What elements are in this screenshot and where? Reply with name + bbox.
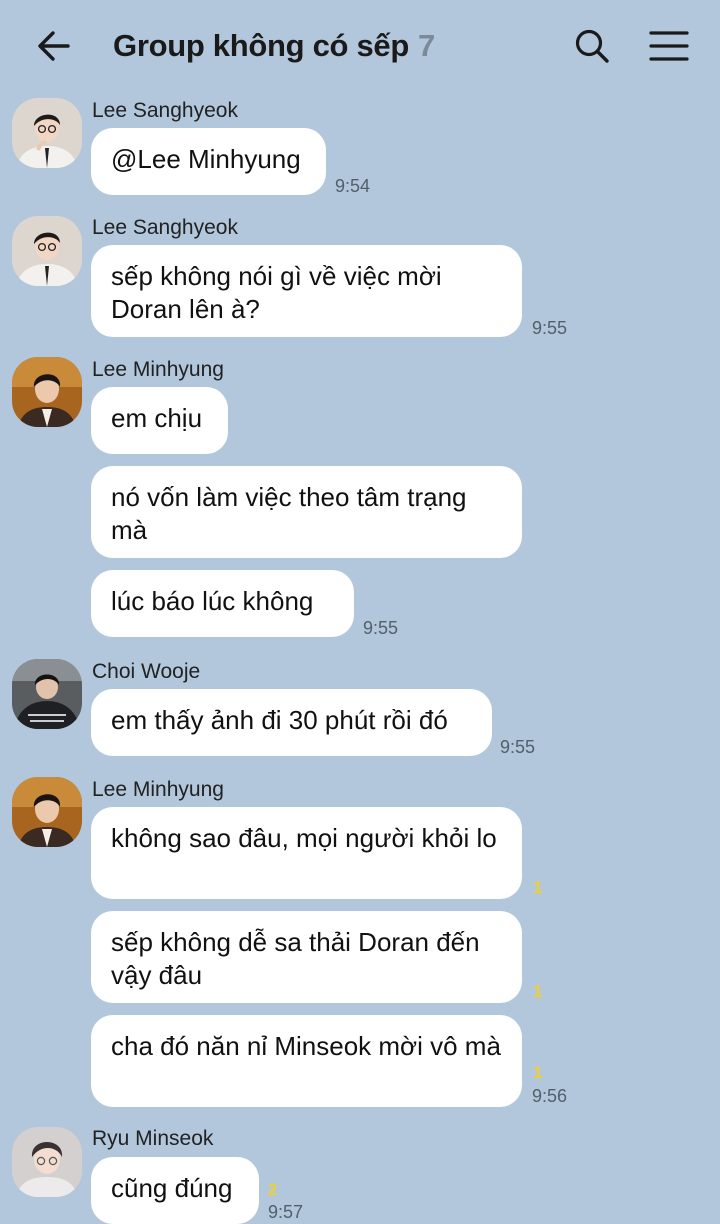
message-bubble[interactable]: cha đó năn nỉ Minseok mời vô mà [91, 1015, 522, 1107]
chat-header: Group không có sếp 7 [0, 0, 720, 92]
sender-name: Ryu Minseok [92, 1127, 214, 1150]
message-time: 9:55 [532, 318, 568, 338]
unread-count: 2 [268, 1180, 278, 1199]
message-bubble[interactable]: @Lee Minhyung [91, 128, 326, 195]
sender-name: Choi Wooje [92, 660, 201, 683]
message-text: lúc báo lúc không [111, 586, 314, 616]
message-time: 9:55 [363, 618, 399, 638]
sender-name: Lee Minhyung [92, 358, 224, 381]
sender-name: Lee Sanghyeok [92, 99, 238, 122]
avatar-lee-sanghyeok[interactable] [12, 98, 82, 168]
profile-photo-icon [12, 216, 82, 286]
message-time: 9:54 [335, 176, 371, 196]
chat-title-area[interactable]: Group không có sếp 7 [113, 24, 435, 68]
search-icon [575, 29, 609, 63]
profile-photo-icon [12, 659, 82, 729]
message-bubble[interactable]: sếp không dễ sa thải Doran đến vậy đâu [91, 911, 522, 1003]
profile-photo-icon [12, 98, 82, 168]
message-text: em thấy ảnh đi 30 phút rồi đó [111, 705, 448, 735]
avatar-choi-wooje[interactable] [12, 659, 82, 729]
message-text: @Lee Minhyung [111, 144, 301, 174]
message-bubble[interactable]: sếp không nói gì về việc mời Doran lên à… [91, 245, 522, 337]
back-button[interactable] [34, 26, 74, 66]
avatar-lee-minhyung[interactable] [12, 777, 82, 847]
message-bubble[interactable]: cũng đúng [91, 1157, 259, 1224]
profile-photo-icon [12, 357, 82, 427]
message-text: sếp không dễ sa thải Doran đến vậy đâu [111, 927, 480, 990]
profile-photo-icon [12, 1127, 82, 1197]
message-bubble[interactable]: nó vốn làm việc theo tâm trạng mà [91, 466, 522, 558]
message-text: cũng đúng [111, 1173, 233, 1203]
message-text: nó vốn làm việc theo tâm trạng mà [111, 482, 467, 545]
message-time: 9:56 [532, 1086, 568, 1106]
unread-count: 1 [533, 1063, 543, 1082]
sender-name: Lee Sanghyeok [92, 216, 238, 239]
message-text: cha đó năn nỉ Minseok mời vô mà [111, 1031, 501, 1061]
unread-count: 1 [533, 982, 543, 1001]
search-button[interactable] [572, 26, 612, 66]
chat-title: Group không có sếp [113, 28, 410, 63]
message-bubble[interactable]: lúc báo lúc không [91, 570, 354, 637]
sender-name: Lee Minhyung [92, 778, 224, 801]
arrow-left-icon [38, 31, 70, 61]
avatar-lee-minhyung[interactable] [12, 357, 82, 427]
message-bubble[interactable]: em chịu [91, 387, 228, 454]
menu-button[interactable] [646, 26, 692, 66]
message-bubble[interactable]: không sao đâu, mọi người khỏi lo [91, 807, 522, 899]
avatar-ryu-minseok[interactable] [12, 1127, 82, 1197]
message-text: không sao đâu, mọi người khỏi lo [111, 823, 497, 853]
profile-photo-icon [12, 777, 82, 847]
member-count: 7 [418, 28, 436, 63]
message-bubble[interactable]: em thấy ảnh đi 30 phút rồi đó [91, 689, 492, 756]
message-text: em chịu [111, 403, 203, 433]
message-time: 9:55 [500, 737, 536, 757]
avatar-lee-sanghyeok[interactable] [12, 216, 82, 286]
message-time: 9:57 [268, 1202, 304, 1222]
unread-count: 1 [533, 878, 543, 897]
hamburger-menu-icon [649, 31, 689, 61]
message-text: sếp không nói gì về việc mời Doran lên à… [111, 261, 442, 324]
